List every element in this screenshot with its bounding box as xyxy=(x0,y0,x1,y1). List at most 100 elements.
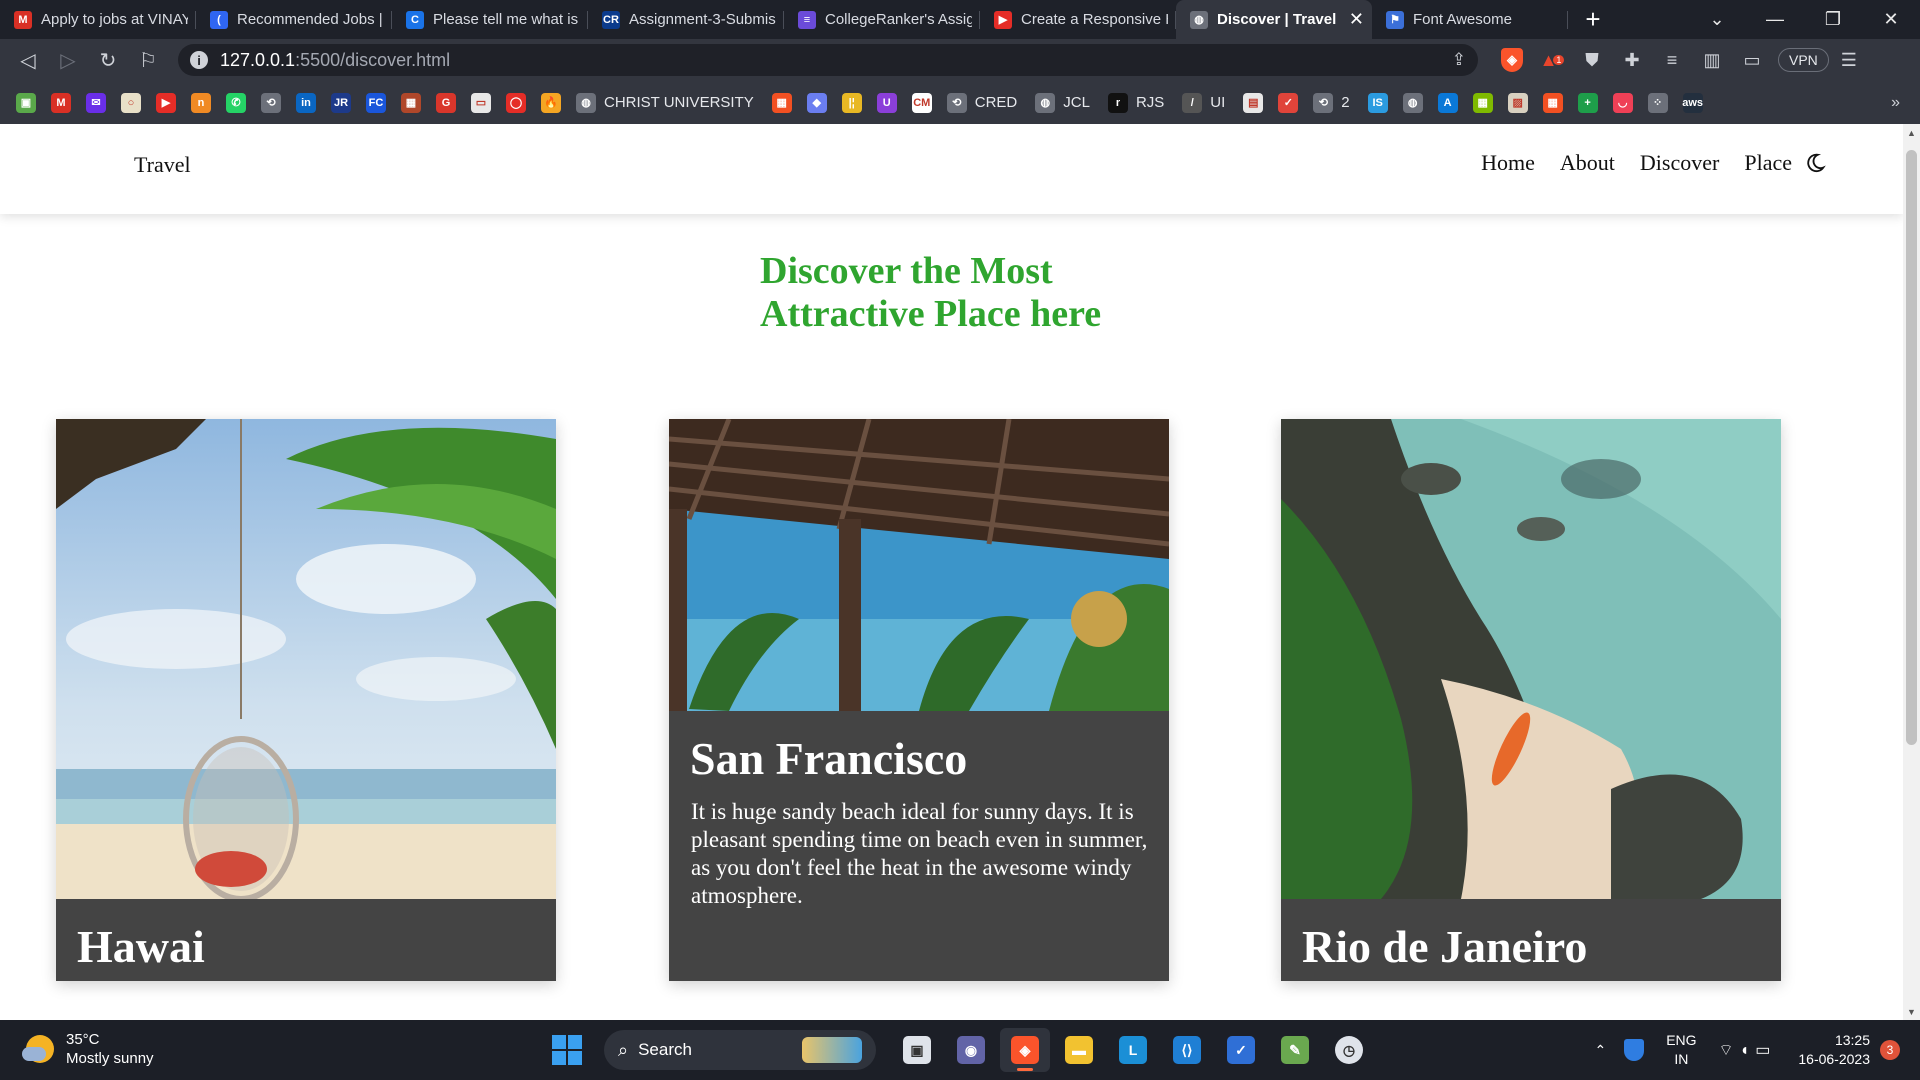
bookmark-item[interactable]: IS xyxy=(1367,92,1388,113)
bookmark-item[interactable]: ▣ xyxy=(16,92,36,113)
bookmark-item[interactable]: ▨ xyxy=(1507,92,1528,113)
file-explorer-icon[interactable]: ▬ xyxy=(1054,1028,1104,1072)
bookmark-item[interactable]: ◍ CHRIST UNIVERSITY xyxy=(576,92,754,113)
scrollbar-thumb[interactable] xyxy=(1906,150,1917,745)
bookmark-item[interactable]: |¦ xyxy=(841,92,862,113)
minimize-button[interactable]: — xyxy=(1746,0,1804,39)
bookmark-item[interactable]: ◯ xyxy=(506,92,526,113)
maximize-button[interactable]: ❐ xyxy=(1804,0,1862,39)
playlist-icon[interactable]: ≡ xyxy=(1652,39,1692,81)
bookmark-item[interactable]: ✓ xyxy=(1278,92,1299,113)
back-icon[interactable]: ◁ xyxy=(8,39,48,81)
place-card-rio-de-janeiro[interactable]: Rio de Janeiro xyxy=(1281,419,1781,981)
browser-tab[interactable]: ▶ Create a Responsive Ha xyxy=(980,0,1176,39)
nav-about[interactable]: About xyxy=(1560,150,1615,176)
language-indicator[interactable]: ENG IN xyxy=(1666,1031,1696,1069)
bookmark-item[interactable]: CM xyxy=(911,92,932,113)
brave-browser-icon[interactable]: ◈ xyxy=(1000,1028,1050,1072)
bookmark-item[interactable]: ⟲ CRED xyxy=(946,92,1017,113)
extensions-icon[interactable]: ✚ xyxy=(1612,39,1652,81)
nav-discover[interactable]: Discover xyxy=(1640,150,1719,176)
share-icon[interactable]: ⇪ xyxy=(1452,50,1466,70)
vpn-button[interactable]: VPN xyxy=(1778,39,1829,81)
browser-tab[interactable]: ⚑ Font Awesome xyxy=(1372,0,1568,39)
page-scrollbar[interactable]: ▲ ▼ xyxy=(1903,124,1920,1020)
windows-start-icon[interactable] xyxy=(552,1035,582,1065)
bookmark-item[interactable]: 🔥 xyxy=(541,92,561,113)
todo-check-icon[interactable]: ✓ xyxy=(1216,1028,1266,1072)
wifi-volume-battery-icon[interactable]: ⌔◖▭ xyxy=(1719,1040,1777,1060)
bookmark-item[interactable]: ◆ xyxy=(806,92,827,113)
close-window-button[interactable]: ✕ xyxy=(1862,0,1920,39)
bookmark-item[interactable]: r RJS xyxy=(1107,92,1164,113)
bookmark-item[interactable]: FC xyxy=(366,92,386,113)
bookmark-item[interactable]: / UI xyxy=(1182,92,1225,113)
scroll-down-icon[interactable]: ▼ xyxy=(1903,1003,1920,1020)
forward-icon[interactable]: ▷ xyxy=(48,39,88,81)
bookmark-item[interactable]: ⟲ 2 xyxy=(1313,92,1350,113)
l-app-icon[interactable]: L xyxy=(1108,1028,1158,1072)
bookmark-item[interactable]: ▭ xyxy=(471,92,491,113)
nav-home[interactable]: Home xyxy=(1481,150,1535,176)
bookmark-item[interactable]: A xyxy=(1437,92,1458,113)
bookmark-item[interactable]: aws xyxy=(1682,92,1703,113)
site-info-icon[interactable]: i xyxy=(190,51,208,69)
vscode-icon[interactable]: ⟨⟩ xyxy=(1162,1028,1212,1072)
bookmark-item[interactable]: ▦ xyxy=(1472,92,1493,113)
nav-place[interactable]: Place xyxy=(1744,150,1792,176)
bookmark-item[interactable]: n xyxy=(191,92,211,113)
address-bar[interactable]: i 127.0.0.1:5500/discover.html ⇪ xyxy=(178,44,1478,76)
bookmark-item[interactable]: ▦ xyxy=(401,92,421,113)
new-tab-button[interactable]: + xyxy=(1568,0,1618,39)
moon-icon[interactable] xyxy=(1804,152,1826,174)
bookmark-item[interactable]: ▤ xyxy=(1243,92,1264,113)
bookmark-item[interactable]: M xyxy=(51,92,71,113)
bookmark-item[interactable]: ▦ xyxy=(1542,92,1563,113)
place-card-hawai[interactable]: Hawai xyxy=(56,419,556,981)
bookmark-item[interactable]: + xyxy=(1577,92,1598,113)
bookmark-item[interactable]: ○ xyxy=(121,92,141,113)
bookmark-item[interactable]: G xyxy=(436,92,456,113)
site-logo[interactable]: Travel xyxy=(134,152,191,178)
bookmark-item[interactable]: JR xyxy=(331,92,351,113)
bookmark-item[interactable]: ◡ xyxy=(1612,92,1633,113)
teams-chat-icon[interactable]: ◉ xyxy=(946,1028,996,1072)
bookmark-item[interactable]: ▦ xyxy=(771,92,792,113)
bookmark-item[interactable]: ▶ xyxy=(156,92,176,113)
brave-rewards-icon[interactable]: ▲ 1 xyxy=(1532,39,1572,81)
browser-tab[interactable]: CR Assignment-3-Submiss xyxy=(588,0,784,39)
tab-search-chevron-icon[interactable]: ⌄ xyxy=(1688,0,1746,39)
scroll-up-icon[interactable]: ▲ xyxy=(1903,124,1920,141)
shield-extension-icon[interactable]: ⛊ xyxy=(1572,39,1612,81)
bookmark-item[interactable]: ✆ xyxy=(226,92,246,113)
weather-widget[interactable]: 35°C Mostly sunny xyxy=(22,1030,154,1068)
notification-badge[interactable]: 3 xyxy=(1880,1040,1900,1060)
browser-tab[interactable]: C Please tell me what is t xyxy=(392,0,588,39)
wallet-icon[interactable]: ▭ xyxy=(1732,39,1772,81)
bookmark-item[interactable]: ⁘ xyxy=(1647,92,1668,113)
browser-tab[interactable]: ◍ Discover | Travel ✕ xyxy=(1176,0,1372,39)
bookmark-item[interactable]: ⟲ xyxy=(261,92,281,113)
browser-tab[interactable]: M Apply to jobs at VINAY xyxy=(0,0,196,39)
bookmark-item[interactable]: ✉ xyxy=(86,92,106,113)
bookmark-item[interactable]: ◍ JCL xyxy=(1035,92,1090,113)
brave-shields-icon[interactable]: ◈ xyxy=(1492,39,1532,81)
browser-tab[interactable]: (Recommended Jobs | N xyxy=(196,0,392,39)
clock-app-icon[interactable]: ◷ xyxy=(1324,1028,1374,1072)
security-shield-icon[interactable] xyxy=(1624,1039,1645,1061)
show-hidden-icons-icon[interactable]: ⌃ xyxy=(1594,1042,1606,1059)
menu-icon[interactable]: ☰ xyxy=(1829,39,1869,81)
bookmark-item[interactable]: in xyxy=(296,92,316,113)
more-bookmarks-icon[interactable]: » xyxy=(1891,94,1900,112)
place-card-san-francisco[interactable]: San Francisco It is huge sandy beach ide… xyxy=(669,419,1169,981)
task-view-icon[interactable]: ▣ xyxy=(892,1028,942,1072)
sidebar-icon[interactable]: ▥ xyxy=(1692,39,1732,81)
notepad-icon[interactable]: ✎ xyxy=(1270,1028,1320,1072)
clock[interactable]: 13:25 16-06-2023 xyxy=(1798,1031,1870,1069)
close-tab-icon[interactable]: ✕ xyxy=(1349,9,1364,30)
bookmark-item[interactable]: U xyxy=(876,92,897,113)
taskbar-search[interactable]: ⌕ Search xyxy=(604,1030,876,1070)
reload-icon[interactable]: ↻ xyxy=(88,39,128,81)
browser-tab[interactable]: ≡ CollegeRanker's Assign xyxy=(784,0,980,39)
bookmark-item[interactable]: ◍ xyxy=(1402,92,1423,113)
